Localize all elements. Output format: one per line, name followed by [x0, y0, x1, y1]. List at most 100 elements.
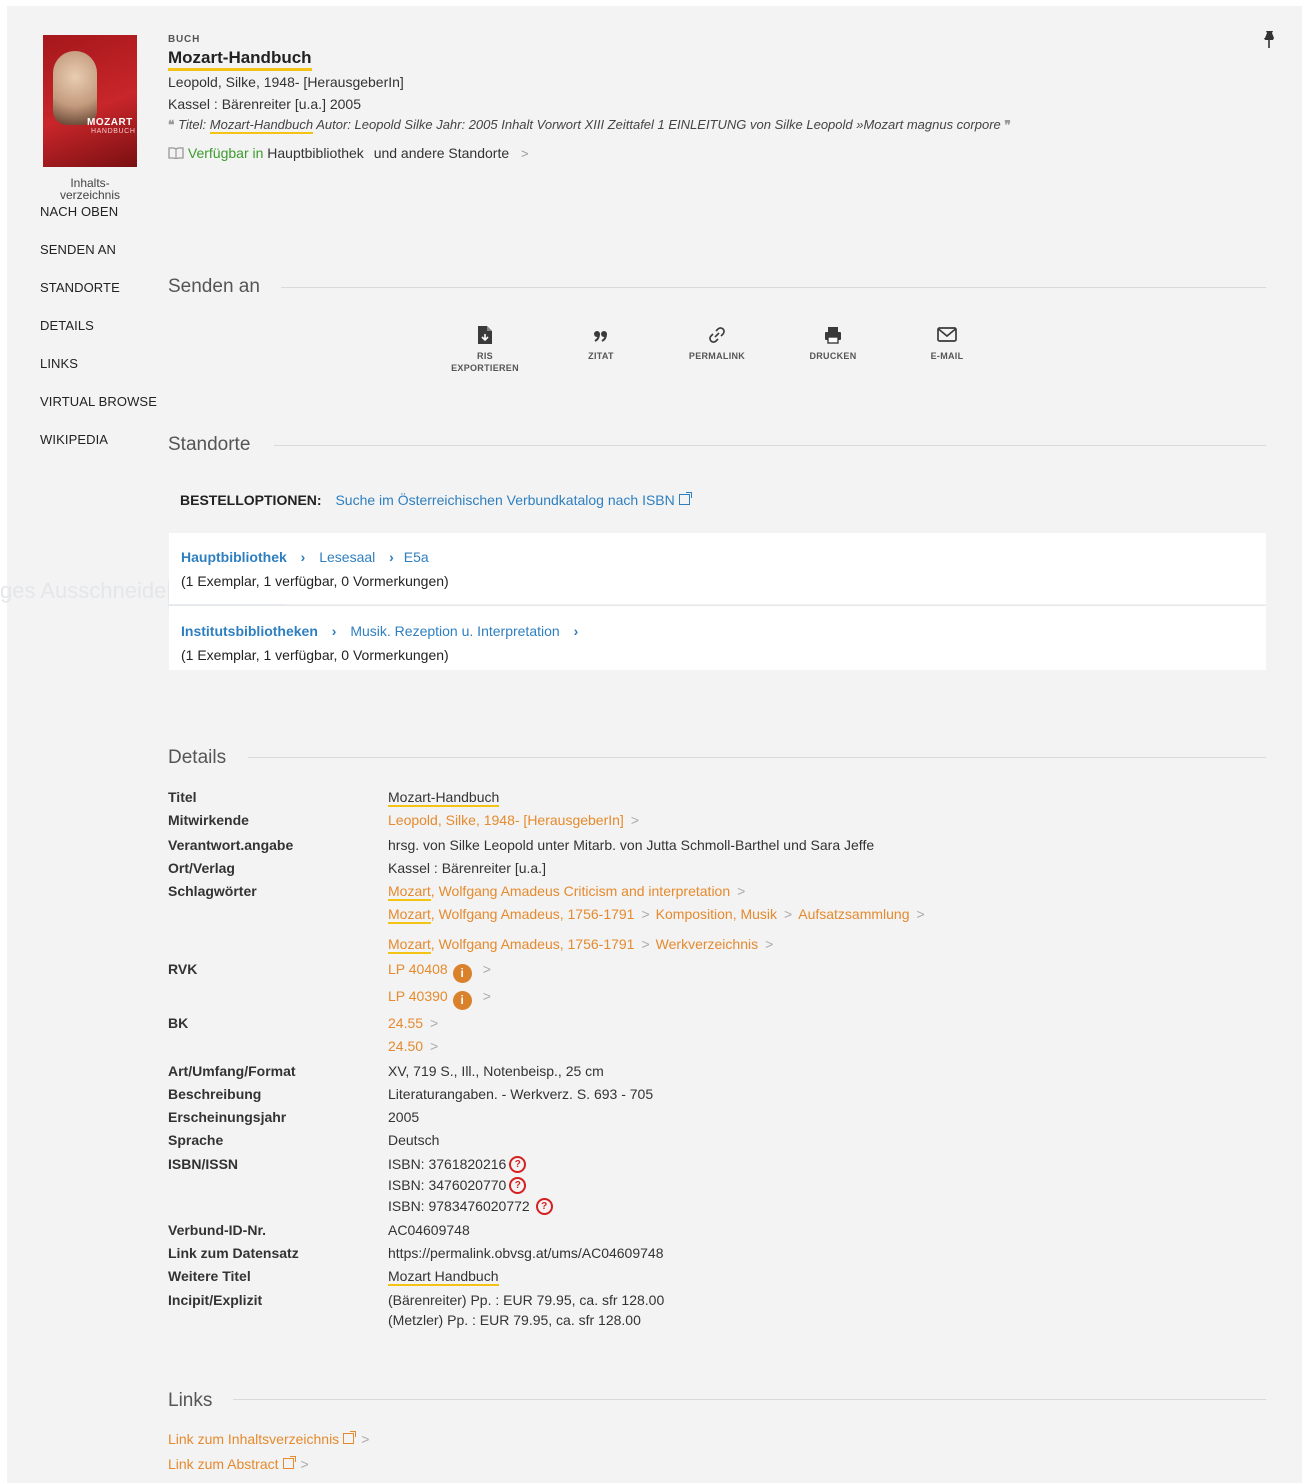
book-cover-image[interactable]: MOZART HANDBUCH [43, 35, 137, 167]
external-link-icon [282, 1456, 296, 1469]
nav-details[interactable]: DETAILS [40, 318, 94, 333]
nav-links[interactable]: LINKS [40, 356, 78, 371]
info-icon[interactable]: i [452, 964, 472, 983]
zitat-button[interactable]: ZITAT [556, 325, 646, 362]
inhaltsverzeichnis-link-text: Link zum Inhaltsverzeichnis [168, 1431, 340, 1447]
location-shelf[interactable]: E5a [404, 549, 429, 565]
location-library[interactable]: Hauptbibliothek [181, 549, 287, 565]
nav-virtual-browse[interactable]: VIRTUAL BROWSE [40, 394, 157, 409]
subject-link[interactable]: Mozart, Wolfgang Amadeus Criticism and i… [388, 883, 730, 901]
snippet-prefix: Titel: [178, 117, 210, 132]
quote-icon [594, 331, 607, 342]
chevron-right-icon: › [331, 623, 337, 639]
bk-link[interactable]: 24.50 [388, 1038, 423, 1054]
location-row[interactable]: Hauptbibliothek › Lesesaal › E5a (1 Exem… [169, 533, 1266, 604]
bk-row: 24.50 > [388, 1038, 444, 1054]
subject-text: , Wolfgang Amadeus, 1756-1791 [430, 906, 635, 922]
availability-other: und andere Standorte [373, 145, 510, 161]
divider [281, 287, 1266, 288]
record-panel [7, 6, 1302, 1483]
label-verantwort: Verantwort.angabe [168, 837, 294, 853]
chevron-right-icon: > [430, 1015, 439, 1031]
label-datensatz: Link zum Datensatz [168, 1245, 299, 1261]
mail-icon [937, 327, 957, 342]
label-rvk: RVK [168, 961, 198, 977]
rvk-link[interactable]: LP 40390 [388, 988, 448, 1004]
isbn-row: ISBN: 9783476020772? [388, 1198, 553, 1215]
label-mitwirkende: Mitwirkende [168, 812, 249, 828]
availability[interactable]: Verfügbar in Hauptbibliothek und andere … [168, 145, 529, 161]
rvk-link[interactable]: LP 40408 [388, 961, 448, 977]
subject-link[interactable]: Aufsatzsammlung [798, 906, 909, 922]
subject-highlight: Mozart [388, 883, 431, 901]
subject-text: , Wolfgang Amadeus Criticism and interpr… [430, 883, 731, 899]
subject-row: Mozart, Wolfgang Amadeus, 1756-1791 > Werk… [388, 936, 779, 954]
link-item: Link zum Inhaltsverzeichnis > [168, 1431, 375, 1447]
value-verbund: AC04609748 [388, 1222, 470, 1238]
permalink-label: PERMALINK [688, 351, 746, 361]
divider [274, 445, 1266, 446]
permalink-button[interactable]: PERMALINK [672, 325, 762, 362]
label-isbn: ISBN/ISSN [168, 1156, 239, 1172]
location-row[interactable]: Institutsbibliotheken › Musik. Rezeption… [169, 606, 1266, 670]
file-export-icon [478, 326, 492, 344]
subject-link[interactable]: Mozart, Wolfgang Amadeus, 1756-1791 [388, 936, 634, 954]
isbn-row: ISBN: 3761820216? [388, 1156, 527, 1173]
worldcat-icon[interactable]: ? [509, 1177, 527, 1194]
ris-export-button[interactable]: RIS EXPORTIEREN [440, 325, 530, 374]
link-icon [709, 327, 725, 343]
record-author: Leopold, Silke, 1948- [HerausgeberIn] [168, 74, 404, 90]
chevron-right-icon: > [482, 961, 491, 977]
worldcat-icon[interactable]: ? [509, 1156, 527, 1173]
isbn-value: ISBN: 9783476020772 [388, 1198, 530, 1214]
location-path: Institutsbibliotheken › Musik. Rezeption… [181, 623, 588, 639]
nav-nach-oben[interactable]: NACH OBEN [40, 204, 118, 219]
external-link-icon [343, 1431, 357, 1444]
label-verbund: Verbund-ID-Nr. [168, 1222, 267, 1238]
cover-subtitle: HANDBUCH [91, 128, 136, 135]
label-sprache: Sprache [168, 1132, 224, 1148]
chevron-right-icon: > [765, 936, 774, 952]
label-bk: BK [168, 1015, 189, 1031]
location-library[interactable]: Institutsbibliotheken [181, 623, 318, 639]
toc-link[interactable]: Inhalts- verzeichnis [50, 177, 130, 201]
chevron-right-icon: › [573, 623, 579, 639]
subject-text: , Wolfgang Amadeus, 1756-1791 [430, 936, 635, 952]
abstract-link[interactable]: Link zum Abstract [168, 1456, 296, 1472]
record-publisher: Kassel : Bärenreiter [u.a.] 2005 [168, 96, 361, 112]
pin-icon[interactable] [1262, 30, 1276, 50]
chevron-right-icon: > [641, 936, 650, 952]
subject-link[interactable]: Komposition, Musik [656, 906, 777, 922]
subject-link[interactable]: Mozart, Wolfgang Amadeus, 1756-1791 [388, 906, 634, 924]
nav-senden-an[interactable]: SENDEN AN [40, 242, 116, 257]
chevron-right-icon: > [482, 988, 491, 1004]
external-link-icon [678, 492, 692, 505]
location-sub[interactable]: Lesesaal [319, 549, 375, 565]
value-sprache: Deutsch [388, 1132, 440, 1148]
email-button[interactable]: E-MAIL [902, 325, 992, 362]
chevron-right-icon: › [300, 549, 306, 565]
chevron-right-icon: > [737, 883, 746, 899]
value-beschreibung: Literaturangaben. - Werkverz. S. 693 - 7… [388, 1086, 654, 1102]
link-item: Link zum Abstract > [168, 1456, 315, 1472]
drucken-label: DRUCKEN [809, 351, 857, 361]
value-incipit-1: (Bärenreiter) Pp. : EUR 79.95, ca. sfr 1… [388, 1292, 665, 1308]
nav-wikipedia[interactable]: WIKIPEDIA [40, 432, 108, 447]
inhaltsverzeichnis-link[interactable]: Link zum Inhaltsverzeichnis [168, 1431, 357, 1447]
subject-link[interactable]: Werkverzeichnis [656, 936, 758, 952]
nav-standorte[interactable]: STANDORTE [40, 280, 120, 295]
bk-link[interactable]: 24.55 [388, 1015, 423, 1031]
mitwirkende-link[interactable]: Leopold, Silke, 1948- [HerausgeberIn] [388, 812, 624, 828]
verbundkatalog-link[interactable]: Suche im Österreichischen Verbundkatalog… [335, 492, 692, 508]
location-sub[interactable]: Musik. Rezeption u. Interpretation [350, 623, 559, 639]
chevron-right-icon: > [361, 1431, 370, 1447]
section-details: Details [168, 747, 227, 768]
drucken-button[interactable]: DRUCKEN [788, 325, 878, 362]
worldcat-icon[interactable]: ? [535, 1198, 553, 1215]
info-icon[interactable]: i [452, 991, 472, 1010]
bestell-label: BESTELLOPTIONEN: [180, 492, 322, 508]
label-ort: Ort/Verlag [168, 860, 235, 876]
rvk-row: LP 40390 i > [388, 988, 497, 1010]
record-title[interactable]: Mozart-Handbuch [168, 48, 312, 71]
value-datensatz[interactable]: https://permalink.obvsg.at/ums/AC0460974… [388, 1245, 664, 1261]
